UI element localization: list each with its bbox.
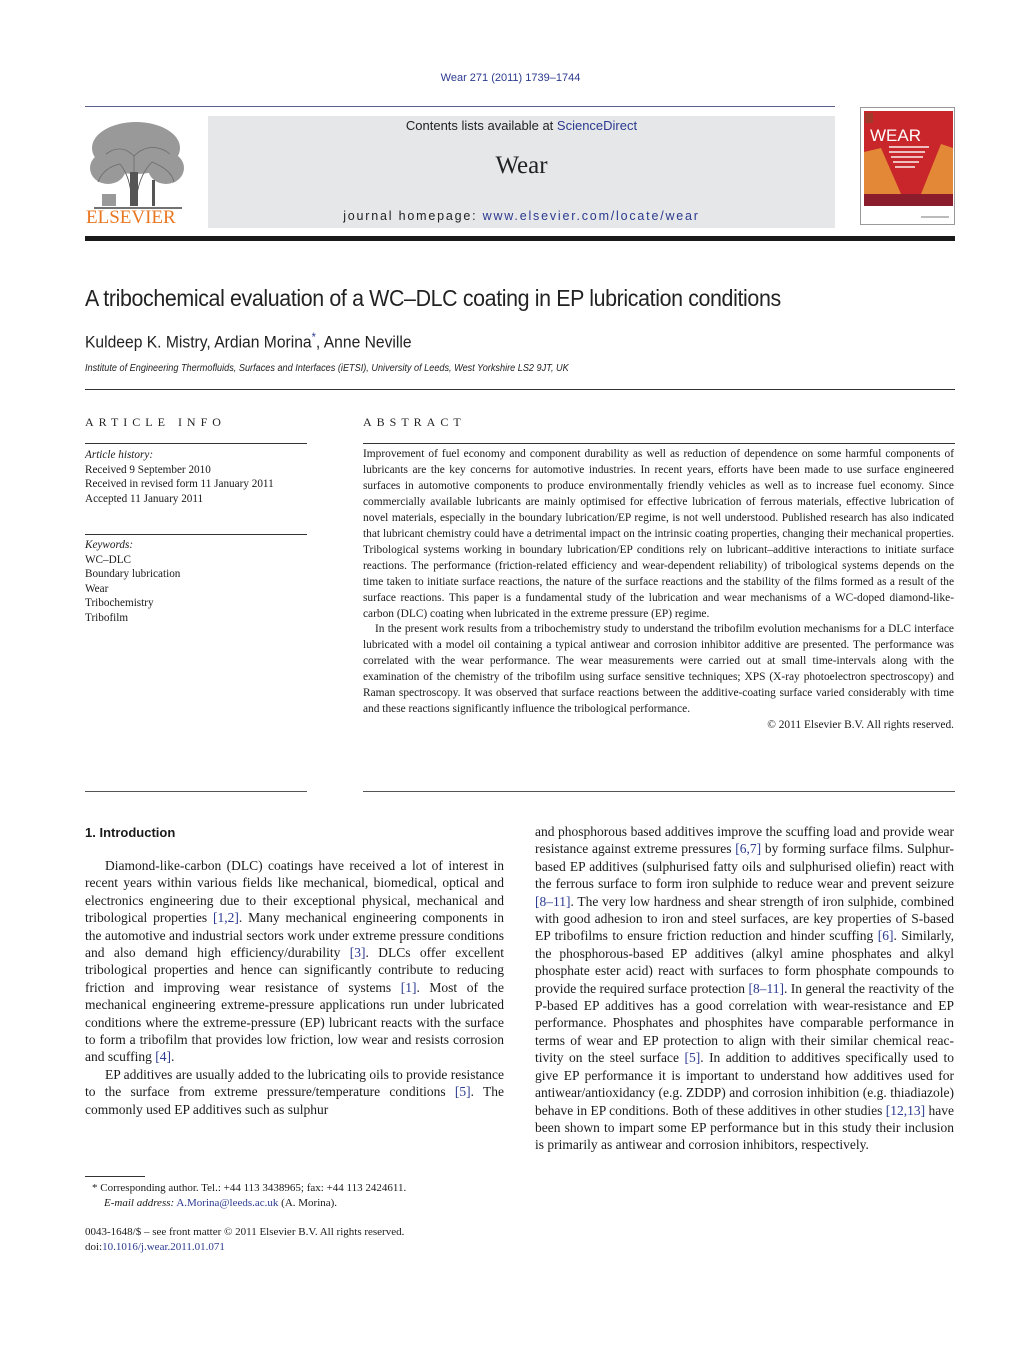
journal-masthead: Contents lists available at ScienceDirec… <box>208 116 835 228</box>
elsevier-wordmark: ELSEVIER <box>86 207 176 228</box>
introduction-heading: 1. Introduction <box>85 825 176 840</box>
contents-line: Contents lists available at ScienceDirec… <box>208 118 835 133</box>
citation-link[interactable]: [5] <box>684 1050 700 1065</box>
journal-reference-link[interactable]: Wear 271 (2011) 1739–1744 <box>0 72 1021 84</box>
header-rule <box>85 106 835 107</box>
citation-link[interactable]: [1] <box>401 980 417 995</box>
keyword: Boundary lubrication <box>85 568 181 580</box>
journal-homepage-link[interactable]: www.elsevier.com/locate/wear <box>483 209 700 223</box>
history-received: Received 9 September 2010 <box>85 463 211 476</box>
issn-line: 0043-1648/$ – see front matter © 2011 El… <box>85 1226 405 1238</box>
abstract-copyright: © 2011 Elsevier B.V. All rights reserved… <box>767 719 954 732</box>
cover-title: WEAR <box>870 126 921 145</box>
abstract-heading: ABSTRACT <box>363 415 466 429</box>
article-info-rule <box>85 443 307 444</box>
homepage-prefix: journal homepage: <box>343 209 483 223</box>
citation-link[interactable]: [8–11] <box>748 981 784 996</box>
front-matter: 0043-1648/$ – see front matter © 2011 El… <box>85 1225 404 1255</box>
sciencedirect-link[interactable]: ScienceDirect <box>557 118 637 133</box>
citation-link[interactable]: [6] <box>878 928 894 943</box>
footnote-mark: * <box>92 1182 98 1194</box>
author-name[interactable]: Anne Neville <box>324 333 412 352</box>
citation-link[interactable]: [8–11] <box>535 894 571 909</box>
keyword: Tribochemistry <box>85 597 154 609</box>
history-revised: Received in revised form 11 January 2011 <box>85 478 274 490</box>
author-name[interactable]: Ardian Morina <box>214 333 311 352</box>
article-history: Article history: Received 9 September 20… <box>85 448 274 506</box>
footnote-contact: Corresponding author. Tel.: +44 113 3438… <box>100 1182 407 1194</box>
affiliation-rule <box>85 389 955 390</box>
author-list: Kuldeep K. Mistry, Ardian Morina*, Anne … <box>85 330 412 353</box>
keywords-list: Keywords: WC–DLC Boundary lubrication We… <box>85 538 180 625</box>
body-column-right: and phosphorous based additives improve … <box>535 823 954 1154</box>
doi-prefix: doi: <box>85 1241 103 1253</box>
article-info-end-rule <box>85 791 307 792</box>
footnote-rule <box>85 1176 145 1177</box>
keyword: WC–DLC <box>85 553 131 566</box>
keyword: Tribofilm <box>85 611 129 624</box>
author-separator: , <box>315 332 324 352</box>
citation-link[interactable]: [5] <box>455 1084 471 1099</box>
doi-link[interactable]: 10.1016/j.wear.2011.01.071 <box>102 1241 225 1253</box>
contents-prefix: Contents lists available at <box>405 118 557 133</box>
history-label: Article history: <box>85 449 154 461</box>
abstract-body: Improvement of fuel economy and componen… <box>363 447 954 734</box>
journal-name: Wear <box>495 152 548 179</box>
abstract-rule <box>363 443 955 444</box>
citation-link[interactable]: [4] <box>155 1049 171 1064</box>
abstract-paragraph: In the present work results from a tribo… <box>363 623 954 716</box>
keywords-label: Keywords: <box>85 539 134 551</box>
email-label: E-mail address: <box>104 1197 175 1209</box>
abstract-end-rule <box>363 791 955 792</box>
body-paragraph: and phosphorous based additives improve … <box>535 823 954 1154</box>
body-paragraph: EP additives are usually added to the lu… <box>85 1066 504 1118</box>
body-text: EP additives are usually added to the lu… <box>85 1066 504 1100</box>
body-paragraph: Diamond-like-carbon (DLC) coatings have … <box>85 857 504 1066</box>
citation-link[interactable]: [3] <box>350 945 366 960</box>
citation-link[interactable]: [1,2] <box>213 910 239 925</box>
article-info-heading: ARTICLE INFO <box>85 415 226 429</box>
author-name[interactable]: Kuldeep K. Mistry <box>85 333 206 352</box>
email-suffix: (A. Morina). <box>278 1197 338 1209</box>
journal-cover-image-icon: WEAR <box>861 108 954 224</box>
body-column-left: Diamond-like-carbon (DLC) coatings have … <box>85 857 504 1118</box>
email-link[interactable]: A.Morina@leeds.ac.uk <box>176 1197 278 1209</box>
journal-cover-thumbnail[interactable]: WEAR <box>860 107 955 225</box>
author-affiliation: Institute of Engineering Thermofluids, S… <box>85 362 569 374</box>
keywords-rule <box>85 534 307 535</box>
article-title: A tribochemical evaluation of a WC–DLC c… <box>85 285 781 311</box>
homepage-line: journal homepage: www.elsevier.com/locat… <box>208 209 835 223</box>
abstract-paragraph: Improvement of fuel economy and componen… <box>363 448 954 620</box>
body-text: . <box>171 1049 175 1065</box>
history-accepted: Accepted 11 January 2011 <box>85 492 204 505</box>
citation-link[interactable]: [6,7] <box>735 841 761 856</box>
corresponding-author-footnote: * Corresponding author. Tel.: +44 113 34… <box>92 1181 406 1211</box>
citation-link[interactable]: [12,13] <box>886 1103 925 1118</box>
keyword: Wear <box>85 582 109 595</box>
masthead-thick-rule <box>85 236 955 241</box>
